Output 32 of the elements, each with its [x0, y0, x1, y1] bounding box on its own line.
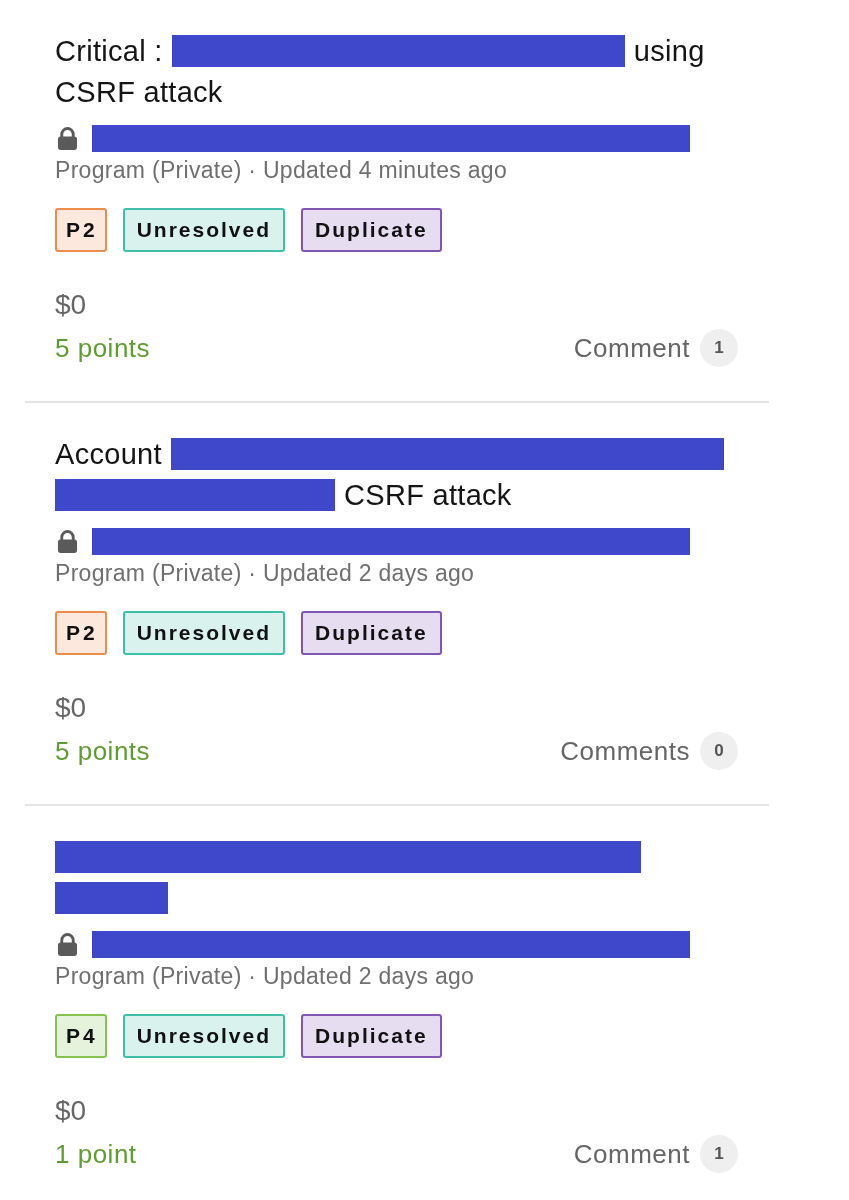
- severity-badge: P4: [55, 1014, 107, 1058]
- report-title[interactable]: using: [633, 33, 705, 68]
- comments-link[interactable]: Comments: [560, 735, 690, 767]
- status-badge: Duplicate: [301, 208, 442, 252]
- report-meta: Program (Private) · Updated 2 days ago: [55, 560, 475, 586]
- bounty-amount: $0: [55, 692, 87, 724]
- reputation-points: 1 point: [55, 1138, 137, 1170]
- report-meta: Program (Private) · Updated 4 minutes ago: [55, 157, 508, 183]
- reputation-points: 5 points: [55, 332, 151, 364]
- comment-count: 0: [700, 732, 738, 770]
- status-badge: Duplicate: [301, 1014, 442, 1058]
- report-title[interactable]: CSRF attack: [55, 74, 223, 109]
- status-badge: Unresolved: [122, 1014, 286, 1058]
- bounty-amount: $0: [55, 289, 87, 321]
- bounty-amount: $0: [55, 1095, 87, 1127]
- lock-icon: [57, 126, 78, 150]
- severity-badge: P2: [55, 611, 107, 655]
- comments-link[interactable]: Comment: [573, 332, 690, 364]
- report-title[interactable]: CSRF attack: [344, 477, 512, 512]
- comments-link[interactable]: Comment: [573, 1138, 690, 1170]
- reputation-points: 5 points: [55, 735, 151, 767]
- report-title[interactable]: Critical :: [55, 33, 163, 68]
- comment-count: 1: [700, 329, 738, 367]
- report-title[interactable]: Account: [55, 436, 162, 471]
- severity-badge: P2: [55, 208, 107, 252]
- status-badge: Duplicate: [301, 611, 442, 655]
- report-meta: Program (Private) · Updated 2 days ago: [55, 963, 475, 989]
- status-badge: Unresolved: [122, 208, 286, 252]
- lock-icon: [57, 529, 78, 553]
- lock-icon: [57, 932, 78, 956]
- status-badge: Unresolved: [122, 611, 286, 655]
- comment-count: 1: [700, 1135, 738, 1173]
